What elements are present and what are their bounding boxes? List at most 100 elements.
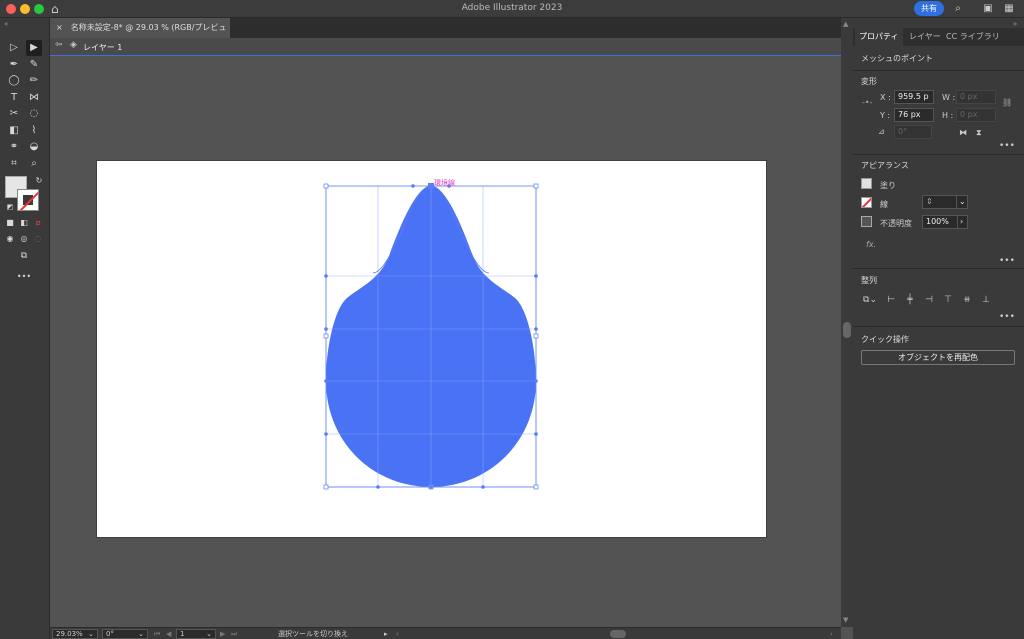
mesh-point[interactable] [376, 485, 380, 489]
h-field[interactable]: 0 px [956, 108, 996, 122]
scroll-up-icon[interactable]: ▲ [843, 20, 848, 28]
mesh-point[interactable] [324, 379, 328, 383]
recolor-artwork-button[interactable]: オブジェクトを再配色 [861, 350, 1015, 365]
vertical-scrollbar[interactable]: ▲ ▼ [841, 18, 853, 627]
tab-properties[interactable]: プロパティ [855, 28, 903, 46]
align-top-icon[interactable]: ⊤ [942, 294, 954, 306]
vertical-scroll-thumb[interactable] [843, 322, 851, 338]
prev-artboard-icon[interactable]: ◀ [166, 629, 171, 639]
artboard-dropdown-icon[interactable]: ⌄ [206, 630, 212, 638]
mesh-point[interactable] [324, 274, 328, 278]
workspace-switcher-icon[interactable]: ▦ [1002, 2, 1016, 16]
status-menu-icon[interactable]: ▸ [384, 629, 388, 639]
zoom-field[interactable]: 29.03% ⌄ [52, 629, 98, 639]
draw-inside-icon[interactable]: ◌ [30, 231, 46, 247]
flip-vertical-icon[interactable]: ⧗ [976, 128, 982, 138]
reflect-tool[interactable]: ⋈ [26, 90, 42, 106]
mesh-point[interactable] [481, 485, 485, 489]
swap-fill-stroke-icon[interactable]: ↻ [31, 173, 47, 189]
artboard-number-field[interactable]: 1 ⌄ [176, 629, 216, 639]
rotation-field[interactable]: 0° ⌄ [102, 629, 148, 639]
mesh-point[interactable] [411, 184, 415, 188]
align-left-icon[interactable]: ⊢ [885, 294, 897, 306]
fx-icon[interactable]: fx. [866, 240, 876, 249]
align-more-options-icon[interactable]: ••• [999, 312, 1015, 322]
mesh-point[interactable] [534, 274, 538, 278]
screen-mode-icon[interactable]: ⧉ [16, 248, 32, 264]
align-to-dropdown-icon[interactable]: ⧉⌄ [861, 294, 879, 306]
arrange-documents-icon[interactable]: ▣ [981, 2, 995, 16]
search-icon[interactable]: ⌕ [951, 2, 965, 16]
mesh-point[interactable] [534, 379, 538, 383]
y-field[interactable]: 76 px [894, 108, 934, 122]
share-button[interactable]: 共有 [914, 1, 944, 16]
mesh-point[interactable] [481, 274, 485, 278]
collapse-tools-icon[interactable]: « [4, 20, 8, 28]
angle-field[interactable]: 0° [894, 125, 932, 139]
align-horizontal-center-icon[interactable]: ╪ [904, 294, 916, 306]
stroke-color-swatch[interactable] [861, 197, 872, 208]
opacity-expand-icon[interactable]: › [957, 215, 968, 229]
scroll-down-icon[interactable]: ▼ [843, 616, 848, 624]
scroll-left-icon[interactable]: ‹ [396, 629, 399, 639]
flip-horizontal-icon[interactable]: ⧓ [959, 128, 967, 137]
artwork-canvas[interactable]: 環境線 [97, 161, 766, 537]
mesh-point[interactable] [429, 485, 433, 489]
transform-more-options-icon[interactable]: ••• [999, 141, 1015, 151]
mesh-point[interactable] [324, 432, 328, 436]
back-arrow-icon[interactable]: ⇦ [55, 40, 63, 50]
align-vertical-center-icon[interactable]: ⧺ [961, 294, 973, 306]
selection-tool[interactable]: ▷ [6, 40, 22, 56]
document-tab[interactable]: ×名称未設定-8* @ 29.03 % (RGB/プレビュー) [50, 18, 230, 52]
zoom-tool[interactable]: ⌕ [26, 156, 42, 172]
mesh-point[interactable] [534, 327, 538, 331]
pen-tool[interactable]: ✒ [6, 57, 22, 73]
curvature-tool[interactable]: ✎ [26, 57, 42, 73]
scroll-right-icon[interactable]: › [830, 629, 833, 639]
stroke-swatch[interactable] [17, 189, 39, 211]
default-fill-stroke-icon[interactable]: ◩ [2, 199, 18, 215]
align-right-icon[interactable]: ⊣ [923, 294, 935, 306]
fill-color-swatch[interactable] [861, 178, 872, 189]
resize-handle[interactable] [323, 333, 329, 339]
artboard[interactable]: 環境線 [97, 161, 766, 537]
type-tool[interactable]: T [6, 90, 22, 106]
align-bottom-icon[interactable]: ⊥ [980, 294, 992, 306]
blend-tool[interactable]: ⚭ [6, 139, 22, 155]
shape-builder-tool[interactable]: ◒ [26, 139, 42, 155]
mesh-point[interactable] [376, 274, 380, 278]
resize-handle[interactable] [533, 333, 539, 339]
next-artboard-icon[interactable]: ▶ [220, 629, 225, 639]
constrain-proportions-icon[interactable]: ⛓ [1002, 98, 1012, 107]
artboard-tool[interactable]: ⌗ [6, 156, 22, 172]
stroke-weight-dropdown-icon[interactable]: ⌄ [956, 195, 968, 209]
resize-handle[interactable] [323, 183, 329, 189]
first-artboard-icon[interactable]: ⏮ [154, 629, 160, 639]
reference-point-icon[interactable]: -•- [862, 98, 873, 107]
mesh-point[interactable] [534, 432, 538, 436]
horizontal-scroll-thumb[interactable] [610, 630, 626, 638]
ellipse-tool[interactable]: ◯ [6, 73, 22, 89]
resize-handle[interactable] [323, 484, 329, 490]
collapse-panels-icon[interactable]: » [1013, 20, 1017, 28]
none-mode-icon[interactable]: ⧄ [30, 215, 46, 231]
x-field[interactable]: 959.5 p [894, 90, 934, 104]
pencil-tool[interactable]: ✏ [26, 73, 42, 89]
last-artboard-icon[interactable]: ⏭ [231, 629, 237, 639]
lasso-tool[interactable]: ◌ [26, 106, 42, 122]
direct-selection-tool[interactable]: ▶ [26, 40, 42, 56]
appearance-more-options-icon[interactable]: ••• [999, 256, 1015, 266]
rotation-dropdown-icon[interactable]: ⌄ [138, 630, 144, 638]
resize-handle[interactable] [533, 183, 539, 189]
tab-layers[interactable]: レイヤー [905, 28, 945, 46]
resize-handle[interactable] [533, 484, 539, 490]
gradient-tool[interactable]: ◧ [6, 123, 22, 139]
w-field[interactable]: 0 px [956, 90, 996, 104]
close-tab-icon[interactable]: × [56, 23, 63, 32]
mesh-point[interactable] [324, 327, 328, 331]
eyedropper-tool[interactable]: ⌇ [26, 123, 42, 139]
scissors-tool[interactable]: ✂ [6, 106, 22, 122]
stroke-weight-stepper-icon[interactable]: ⇕ [926, 197, 933, 206]
edit-toolbar-icon[interactable]: ••• [16, 269, 32, 285]
tab-cc-libraries[interactable]: CC ライブラリ [942, 28, 1004, 46]
